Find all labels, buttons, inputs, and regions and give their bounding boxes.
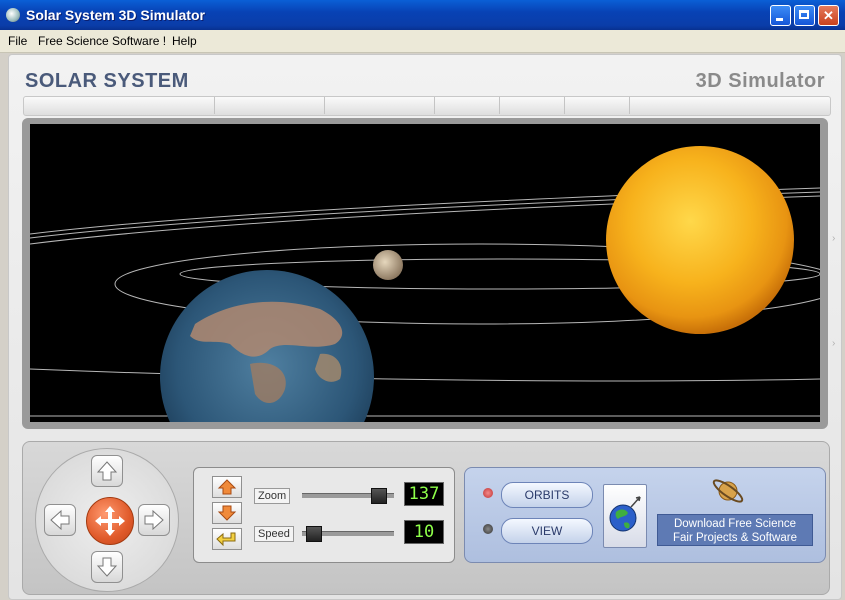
side-marker: ›: [832, 338, 836, 349]
zoom-out-button[interactable]: [212, 502, 242, 524]
app-panel: SOLAR SYSTEM 3D Simulator › › Zoom 137 S…: [8, 54, 842, 600]
orbits-indicator-icon: [483, 488, 493, 498]
globe-icon: [609, 496, 641, 532]
menu-help[interactable]: Help: [172, 34, 197, 48]
3d-viewport[interactable]: [30, 124, 820, 422]
reset-icon: [216, 532, 236, 547]
speed-slider-thumb[interactable]: [305, 526, 322, 542]
minimize-button[interactable]: [770, 5, 791, 26]
globe-button[interactable]: [603, 484, 647, 548]
zoom-in-icon: [217, 479, 237, 495]
toolbar-segment: [564, 97, 630, 114]
zoom-slider-thumb[interactable]: [370, 488, 387, 504]
control-panel: Zoom 137 Speed 10 ORBITS VIEW Download F…: [22, 441, 830, 595]
arrow-down-icon: [96, 557, 118, 577]
maximize-button[interactable]: [794, 5, 815, 26]
menu-bar: File Free Science Software ! Help: [0, 30, 845, 53]
saturn-icon: [712, 479, 744, 503]
moon: [373, 250, 403, 280]
move-icon: [95, 506, 125, 536]
view-indicator-icon: [483, 524, 493, 534]
app-icon: [6, 8, 20, 22]
orbits-button[interactable]: ORBITS: [501, 482, 593, 508]
brand-subtitle: 3D Simulator: [695, 70, 825, 92]
close-button[interactable]: ✕: [818, 5, 839, 26]
close-icon: ✕: [823, 8, 834, 23]
view-button[interactable]: VIEW: [501, 518, 593, 544]
zoom-out-icon: [217, 505, 237, 521]
download-link[interactable]: Download Free Science Fair Projects & So…: [657, 514, 813, 546]
earth-planet: [160, 270, 374, 422]
window-title: Solar System 3D Simulator: [26, 7, 205, 23]
solar-scene: [30, 146, 820, 422]
zoom-label: Zoom: [254, 488, 291, 504]
side-marker: ›: [832, 233, 836, 244]
toolbar-segment: [434, 97, 500, 114]
pan-down-button[interactable]: [91, 551, 123, 583]
options-panel: ORBITS VIEW Download Free Science Fair P…: [464, 467, 826, 563]
center-move-button[interactable]: [86, 497, 134, 545]
minimize-icon: [771, 6, 790, 25]
sun-planet: [606, 146, 794, 334]
brand-title: SOLAR SYSTEM: [25, 70, 189, 92]
maximize-icon: [795, 6, 814, 25]
pan-left-button[interactable]: [44, 504, 76, 536]
viewport-frame: [22, 118, 828, 429]
pan-right-button[interactable]: [138, 504, 170, 536]
menu-file[interactable]: File: [8, 34, 27, 48]
arrow-left-icon: [50, 509, 70, 531]
download-line-2: Fair Projects & Software: [673, 532, 797, 544]
toolbar-segment: [214, 97, 325, 114]
pan-up-button[interactable]: [91, 455, 123, 487]
zoom-speed-panel: Zoom 137 Speed 10: [193, 467, 455, 563]
zoom-in-button[interactable]: [212, 476, 242, 498]
speed-label: Speed: [254, 526, 294, 542]
title-bar: Solar System 3D Simulator ✕: [0, 0, 845, 30]
download-line-1: Download Free Science: [673, 518, 797, 530]
speed-value-display: 10: [404, 520, 444, 544]
toolbar-segment: [324, 97, 435, 114]
toolbar-segment: [499, 97, 565, 114]
toolbar-segment: [24, 97, 215, 114]
reset-button[interactable]: [212, 528, 242, 550]
arrow-right-icon: [144, 509, 164, 531]
navigation-pad: [35, 448, 179, 592]
zoom-value-display: 137: [404, 482, 444, 506]
menu-free-science-software[interactable]: Free Science Software !: [38, 34, 166, 48]
toolbar-strip: [23, 96, 831, 116]
arrow-up-icon: [96, 461, 118, 481]
